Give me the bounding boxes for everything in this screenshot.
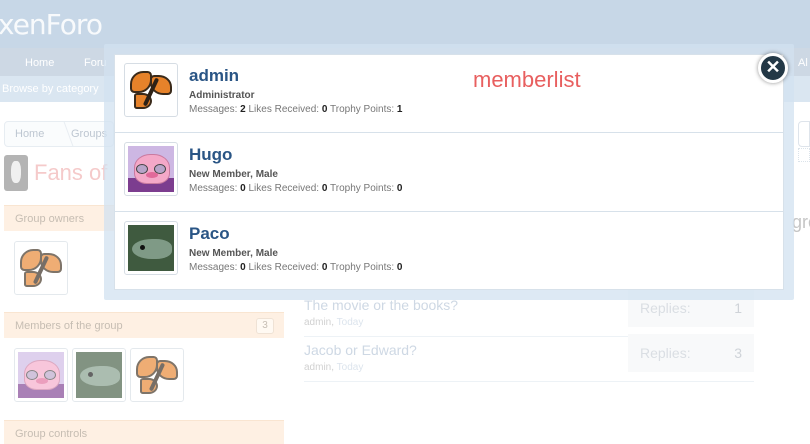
close-icon: ✕ xyxy=(765,57,781,77)
member-role: New Member, Male xyxy=(189,248,278,259)
member-stats: Messages: 0 Likes Received: 0 Trophy Poi… xyxy=(189,183,403,194)
messages-count: 2 xyxy=(240,104,246,115)
trophy-count: 0 xyxy=(396,262,403,273)
member-avatar[interactable] xyxy=(124,63,178,117)
messages-count: 0 xyxy=(240,262,246,273)
member-role: New Member, Male xyxy=(189,169,278,180)
likes-count: 0 xyxy=(321,262,328,273)
trophy-count: 1 xyxy=(396,104,403,115)
likes-count: 0 xyxy=(321,104,328,115)
eel-icon xyxy=(128,225,174,271)
butterfly-icon xyxy=(128,67,174,113)
member-role: Administrator xyxy=(189,90,255,101)
member-row-paco[interactable]: Paco New Member, Male Messages: 0 Likes … xyxy=(114,212,784,291)
member-name[interactable]: Paco xyxy=(189,224,230,244)
member-avatar[interactable] xyxy=(124,142,178,196)
likes-count: 0 xyxy=(321,183,328,194)
messages-count: 0 xyxy=(240,183,246,194)
member-avatar[interactable] xyxy=(124,221,178,275)
member-stats: Messages: 2 Likes Received: 0 Trophy Poi… xyxy=(189,104,403,115)
member-stats: Messages: 0 Likes Received: 0 Trophy Poi… xyxy=(189,262,403,273)
close-button[interactable]: ✕ xyxy=(758,53,788,83)
member-row-admin[interactable]: admin Administrator Messages: 2 Likes Re… xyxy=(114,54,784,133)
member-name[interactable]: admin xyxy=(189,66,239,86)
pig-icon xyxy=(128,146,174,192)
member-name[interactable]: Hugo xyxy=(189,145,232,165)
trophy-count: 0 xyxy=(396,183,403,194)
member-row-hugo[interactable]: Hugo New Member, Male Messages: 0 Likes … xyxy=(114,133,784,212)
